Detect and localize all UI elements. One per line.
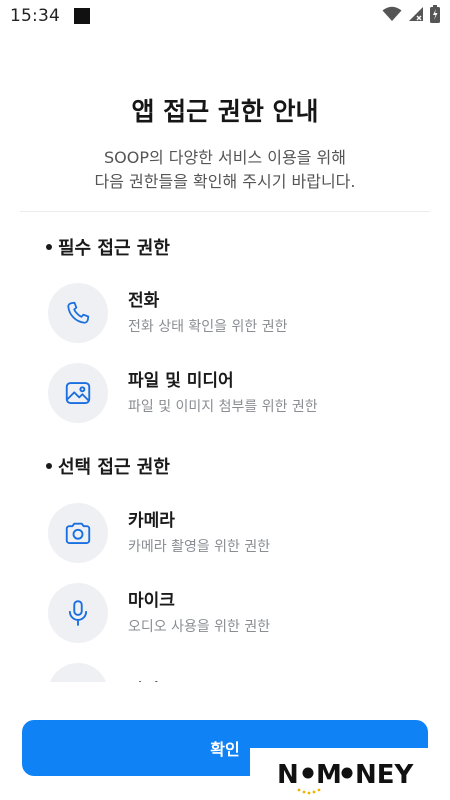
- svg-text:NEY: NEY: [355, 760, 415, 790]
- signal-icon: [408, 6, 424, 26]
- permission-item-camera: 카메라 카메라 촬영을 위한 권한: [48, 502, 428, 564]
- permission-texts: 알림: [128, 680, 159, 683]
- wifi-icon: [382, 6, 402, 26]
- permission-name: 카메라: [128, 510, 175, 531]
- image-icon: [48, 363, 108, 423]
- permission-texts: 카메라 카메라 촬영을 위한 권한: [128, 510, 270, 557]
- permission-item-phone: 전화 전화 상태 확인을 위한 권한: [48, 282, 428, 344]
- page-subtitle: SOOP의 다양한 서비스 이용을 위해 다음 권한들을 확인해 주시기 바랍니…: [0, 146, 450, 194]
- subtitle-line-1: SOOP의 다양한 서비스 이용을 위해: [104, 148, 346, 167]
- permission-texts: 마이크 오디오 사용을 위한 권한: [128, 590, 270, 637]
- permission-texts: 파일 및 미디어 파일 및 이미지 첨부를 위한 권한: [128, 370, 318, 417]
- camera-icon: [48, 503, 108, 563]
- battery-icon: [430, 5, 440, 27]
- permission-name: 파일 및 미디어: [128, 370, 234, 391]
- permission-item-microphone: 마이크 오디오 사용을 위한 권한: [48, 582, 428, 644]
- status-icons: [382, 5, 440, 27]
- bullet-dot: [46, 463, 52, 469]
- permission-item-notification: 알림: [48, 662, 428, 682]
- microphone-icon: [48, 583, 108, 643]
- section-optional-heading: 선택 접근 권한: [46, 453, 170, 479]
- svg-text:N: N: [277, 760, 299, 790]
- permission-desc: 전화 상태 확인을 위한 권한: [128, 318, 288, 335]
- section-optional-label: 선택 접근 권한: [58, 457, 170, 478]
- page-title: 앱 접근 권한 안내: [131, 97, 319, 126]
- permission-desc: 카메라 촬영을 위한 권한: [128, 538, 271, 555]
- permission-item-files-media: 파일 및 미디어 파일 및 이미지 첨부를 위한 권한: [48, 362, 428, 424]
- bullet-dot: [46, 244, 52, 250]
- nomoney-watermark-logo: N M NEY: [250, 748, 450, 800]
- notification-square-icon: [74, 8, 90, 24]
- subtitle-line-2: 다음 권한들을 확인해 주시기 바랍니다.: [94, 172, 356, 191]
- permission-name: 알림: [128, 680, 159, 683]
- permission-name: 마이크: [128, 590, 175, 611]
- permission-list[interactable]: 필수 접근 권한 전화 전화 상태 확인을 위한 권한 파일 및 미디어 파일 …: [0, 212, 450, 682]
- permission-desc: 파일 및 이미지 첨부를 위한 권한: [128, 398, 318, 415]
- phone-icon: [48, 283, 108, 343]
- section-required-label: 필수 접근 권한: [58, 238, 170, 259]
- permission-texts: 전화 전화 상태 확인을 위한 권한: [128, 290, 287, 337]
- bell-icon: [48, 663, 108, 682]
- status-time: 15:34: [10, 6, 60, 26]
- permission-desc: 오디오 사용을 위한 권한: [128, 618, 271, 635]
- svg-text:M: M: [316, 760, 342, 790]
- permission-name: 전화: [128, 290, 160, 311]
- status-bar: 15:34: [0, 0, 450, 32]
- section-required-heading: 필수 접근 권한: [46, 234, 170, 260]
